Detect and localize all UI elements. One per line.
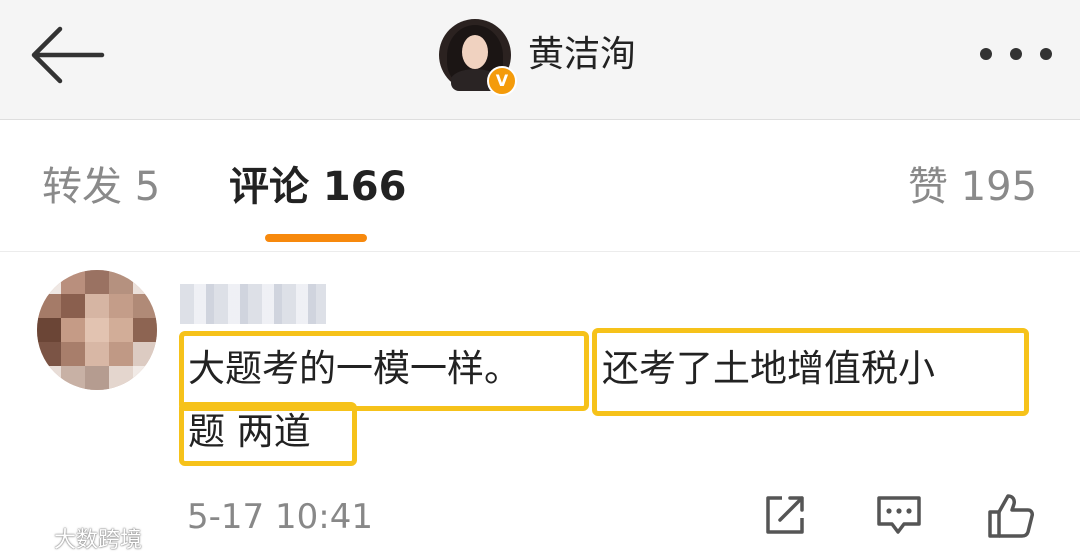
comment-text-part2: 还考了土地增值税小: [602, 347, 935, 390]
divider: [0, 251, 1080, 252]
comment-text-line2: 题 两道: [188, 410, 311, 453]
arrow-left-icon: [31, 26, 105, 84]
verified-badge-icon: V: [487, 66, 517, 96]
back-button[interactable]: [24, 20, 108, 90]
repost-button[interactable]: [760, 490, 810, 540]
tab-reposts[interactable]: 转发 5: [42, 162, 160, 212]
active-tab-indicator: [265, 234, 367, 242]
reply-button[interactable]: [874, 490, 924, 540]
comment-text-part1: 大题考的一模一样。: [188, 347, 521, 390]
commenter-avatar[interactable]: [37, 270, 157, 390]
top-nav-bar: V 黄洁洵: [0, 0, 1080, 120]
watermark-logo-icon: [18, 529, 49, 553]
comment-timestamp: 5-17 10:41: [187, 497, 373, 537]
watermark-text: 大数跨境: [54, 528, 143, 553]
more-dots-icon: [980, 48, 992, 60]
thumbs-up-icon: [988, 494, 1034, 538]
reply-comment-icon: [877, 496, 921, 534]
more-options-button[interactable]: [976, 36, 1056, 72]
commenter-name-blurred[interactable]: [180, 284, 326, 324]
like-button[interactable]: [986, 490, 1036, 540]
tab-likes[interactable]: 赞 195: [908, 162, 1037, 212]
tab-comments[interactable]: 评论 166: [229, 162, 406, 212]
repost-icon: [766, 496, 804, 534]
author-name[interactable]: 黄洁洵: [528, 33, 636, 77]
